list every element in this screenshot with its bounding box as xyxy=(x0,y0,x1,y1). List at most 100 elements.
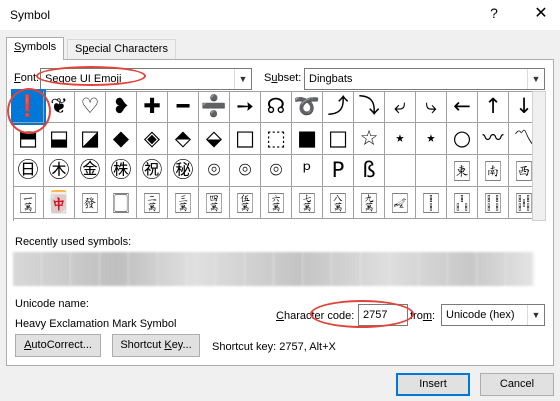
recent-symbol-cell[interactable] xyxy=(274,252,303,286)
symbol-cell[interactable]: ← xyxy=(447,91,478,123)
recent-symbols-strip[interactable] xyxy=(13,252,535,286)
symbol-cell[interactable]: ♡ xyxy=(75,91,106,123)
cancel-button[interactable]: Cancel xyxy=(480,373,554,396)
recent-symbol-cell[interactable] xyxy=(187,252,216,286)
recent-symbol-cell[interactable] xyxy=(158,252,187,286)
symbol-cell[interactable]: 🀆 xyxy=(106,187,137,219)
symbol-cell[interactable]: ⬚ xyxy=(261,123,292,155)
symbol-cell[interactable]: ☊ xyxy=(261,91,292,123)
recent-symbol-cell[interactable] xyxy=(216,252,245,286)
symbol-cell[interactable]: ⤴ xyxy=(323,91,354,123)
symbol-cell[interactable]: 🀈 xyxy=(137,187,168,219)
symbol-cell[interactable]: ➗ xyxy=(199,91,230,123)
symbol-cell[interactable]: 〰 xyxy=(478,123,509,155)
chevron-down-icon[interactable]: ▼ xyxy=(527,305,544,325)
character-code-input[interactable]: 2757 xyxy=(358,304,408,326)
recent-symbols-label: Recently used symbols: xyxy=(15,236,132,248)
from-select[interactable]: Unicode (hex) ▼ xyxy=(441,304,545,326)
symbol-cell[interactable]: 🀎 xyxy=(323,187,354,219)
symbol-cell[interactable]: ㊍ xyxy=(44,155,75,187)
symbol-cell[interactable]: □ xyxy=(323,123,354,155)
symbol-cell[interactable]: ⬒ xyxy=(13,123,44,155)
symbol-cell[interactable]: 🀑 xyxy=(416,187,447,219)
symbol-cell[interactable]: ◪ xyxy=(75,123,106,155)
symbol-cell[interactable]: 🀋 xyxy=(230,187,261,219)
recent-symbol-cell[interactable] xyxy=(129,252,158,286)
symbol-cell[interactable] xyxy=(416,155,447,187)
symbol-cell[interactable] xyxy=(385,155,416,187)
symbol-cell[interactable]: ⤷ xyxy=(416,91,447,123)
symbol-cell[interactable]: 🀇 xyxy=(13,187,44,219)
symbol-cell[interactable]: ❥ xyxy=(106,91,137,123)
shortcut-key-button[interactable]: Shortcut Key... xyxy=(112,334,200,357)
symbol-cell[interactable]: ⌾ xyxy=(261,155,292,187)
recent-symbol-cell[interactable] xyxy=(332,252,361,286)
symbol-cell[interactable]: 🀐 xyxy=(385,187,416,219)
recent-symbol-cell[interactable] xyxy=(245,252,274,286)
symbol-cell[interactable]: ■ xyxy=(292,123,323,155)
symbol-cell[interactable]: ↑ xyxy=(478,91,509,123)
recent-symbol-cell[interactable] xyxy=(390,252,419,286)
close-button[interactable]: ✕ xyxy=(530,3,552,23)
symbol-cell[interactable]: ❦ xyxy=(44,91,75,123)
recent-symbol-cell[interactable] xyxy=(100,252,129,286)
symbol-cell[interactable]: □ xyxy=(230,123,261,155)
symbol-cell[interactable]: ⌾ xyxy=(199,155,230,187)
symbol-cell[interactable]: 🀀 xyxy=(447,155,478,187)
tab-symbols[interactable]: Symbols xyxy=(6,37,65,60)
recent-symbol-cell[interactable] xyxy=(42,252,71,286)
font-select[interactable]: Segoe UI Emoji ▼ xyxy=(40,68,252,90)
recent-symbol-cell[interactable] xyxy=(448,252,477,286)
symbol-cell[interactable]: ☆ xyxy=(354,123,385,155)
grid-scrollbar[interactable] xyxy=(532,91,546,221)
symbol-cell[interactable]: ⤵ xyxy=(354,91,385,123)
symbol-cell[interactable]: ㊗ xyxy=(137,155,168,187)
symbol-cell[interactable]: ❗ xyxy=(11,89,46,125)
symbol-cell[interactable]: 🀓 xyxy=(478,187,509,219)
insert-button[interactable]: Insert xyxy=(396,373,470,396)
recent-symbol-cell[interactable] xyxy=(419,252,448,286)
symbol-cell[interactable]: ◆ xyxy=(106,123,137,155)
symbol-cell[interactable]: ⬙ xyxy=(199,123,230,155)
symbol-cell[interactable]: 🀒 xyxy=(447,187,478,219)
recent-symbol-cell[interactable] xyxy=(506,252,535,286)
symbol-cell[interactable]: ㊐ xyxy=(13,155,44,187)
symbol-cell[interactable]: ᵖ xyxy=(292,155,323,187)
symbol-cell[interactable]: ━ xyxy=(168,91,199,123)
recent-symbol-cell[interactable] xyxy=(361,252,390,286)
symbol-cell[interactable]: ✚ xyxy=(137,91,168,123)
symbol-cell[interactable]: 🀏 xyxy=(354,187,385,219)
symbol-cell[interactable]: ㊑ xyxy=(106,155,137,187)
symbol-cell[interactable]: ⌾ xyxy=(230,155,261,187)
symbol-cell[interactable]: ◈ xyxy=(137,123,168,155)
symbol-cell[interactable]: ㊎ xyxy=(75,155,106,187)
symbol-cell[interactable]: ⬘ xyxy=(168,123,199,155)
symbol-cell[interactable]: ⬓ xyxy=(44,123,75,155)
help-button[interactable]: ? xyxy=(484,5,504,21)
symbol-cell[interactable]: 🀅 xyxy=(75,187,106,219)
recent-symbol-cell[interactable] xyxy=(303,252,332,286)
symbol-cell[interactable]: ○ xyxy=(447,123,478,155)
symbol-cell[interactable]: ➙ xyxy=(230,91,261,123)
symbol-cell[interactable]: P xyxy=(323,155,354,187)
chevron-down-icon[interactable]: ▼ xyxy=(234,69,251,89)
symbol-cell[interactable]: ⤶ xyxy=(385,91,416,123)
symbol-cell[interactable]: 🀊 xyxy=(199,187,230,219)
symbol-cell[interactable]: 🀁 xyxy=(478,155,509,187)
symbol-cell[interactable]: 🀌 xyxy=(261,187,292,219)
symbol-cell[interactable]: 🀄 xyxy=(44,187,75,219)
tab-special-characters[interactable]: Special Characters xyxy=(67,39,176,60)
recent-symbol-cell[interactable] xyxy=(71,252,100,286)
symbol-cell[interactable]: ß xyxy=(354,155,385,187)
recent-symbol-cell[interactable] xyxy=(477,252,506,286)
symbol-cell[interactable]: 🀉 xyxy=(168,187,199,219)
subset-select[interactable]: Dingbats ▼ xyxy=(304,68,545,90)
symbol-cell[interactable]: ⋆ xyxy=(416,123,447,155)
symbol-cell[interactable]: 🀍 xyxy=(292,187,323,219)
symbol-cell[interactable]: ➰ xyxy=(292,91,323,123)
autocorrect-button[interactable]: AutoCorrect... xyxy=(15,334,101,357)
symbol-cell[interactable]: ⋆ xyxy=(385,123,416,155)
symbol-cell[interactable]: ㊙ xyxy=(168,155,199,187)
chevron-down-icon[interactable]: ▼ xyxy=(527,69,544,89)
recent-symbol-cell[interactable] xyxy=(13,252,42,286)
